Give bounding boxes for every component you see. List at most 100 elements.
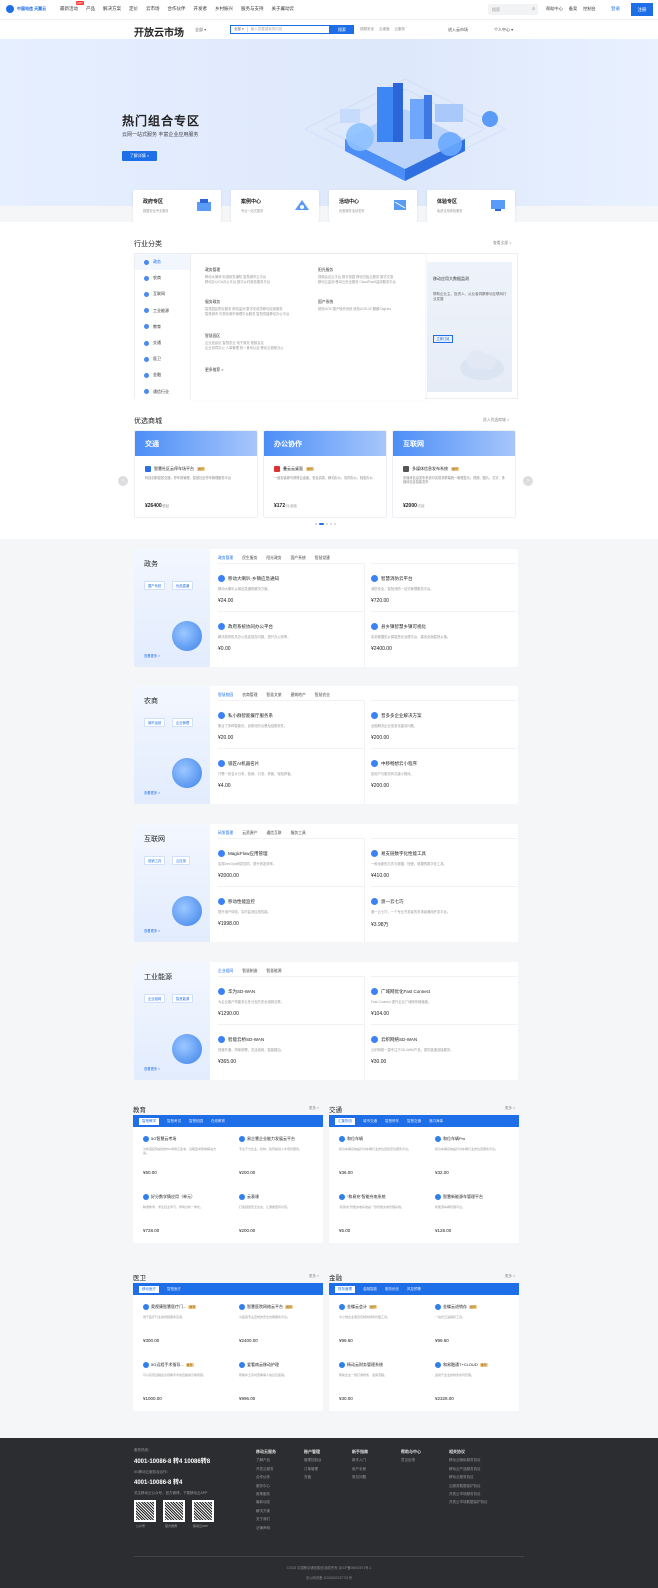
grid-tab[interactable]: 智慧交通 [407,1119,421,1124]
product-item[interactable]: 和位车辆 和位车辆系统是针对车辆行业的位置和定位服务平台。 ¥36.00 [329,1127,421,1185]
user-center-menu[interactable]: 个人中心 ▾ [494,27,513,33]
footer-link[interactable]: 关于我们 [256,1515,276,1523]
product-item[interactable]: 智慧新能源车管理平台 新能源车辆管理平台。 ¥128.00 [425,1185,517,1243]
product-item[interactable]: 5G智慧云考场 为新冠疫情提供的5G考场云监考，远程监考整体解决方案。 ¥60.… [133,1127,225,1185]
hot-keyword[interactable]: 云服务 [395,27,406,32]
help-link[interactable]: 帮助中心 [546,6,563,12]
top-search-input[interactable]: 搜索 ⌕ [488,4,538,15]
industry-tab-traffic[interactable]: 交通 [135,335,190,351]
category-tag[interactable]: 企业组网 [144,994,166,1003]
industry-tab-gov[interactable]: 政务 [135,254,190,271]
carousel-next-icon[interactable]: › [523,476,533,486]
grid-more-link[interactable]: 更多 > [309,1274,319,1279]
footer-link[interactable]: 解决方案 [256,1507,276,1515]
product-item[interactable]: 县乡镇智慧乡镇可视化 实用便捷的乡镇智慧化治理平台，建设全面智慧乡镇。 ¥240… [371,611,517,659]
footer-link[interactable]: 常见问题 [352,1473,368,1481]
footer-link[interactable]: 意见反馈 [401,1456,421,1464]
product-item[interactable]: 易企慧企业能力发展云平台 专注于为企业，机构，政府提供人才培养服务。 ¥200.… [229,1127,321,1185]
hot-keyword[interactable]: 云桌面 [379,27,390,32]
nav-item-solutions[interactable]: 解决方案 [103,6,121,12]
promo-subscribe-button[interactable]: 立即订阅 [433,335,453,343]
product-item[interactable]: 爱看病云移动护理 帮助护士实时查看病人信息及医嘱。 ¥996.00 [229,1353,321,1411]
footer-link[interactable]: 政策服务 [256,1490,276,1498]
product-item[interactable]: MagicFlow应用管理 实现DevOps研发协同，提升研发效率。 ¥2000… [218,838,364,886]
register-button[interactable]: 注册 [631,3,653,16]
product-item[interactable]: 广域网优化Fast Connect Fast-Connect 提升企业广域网传输… [371,976,517,1024]
product-item[interactable]: 政府系统协同办公平台 解决政府机关办公信息孤岛问题，提升办公效率。 ¥0.00 [218,611,364,659]
grid-tab[interactable]: 汇集物流 [335,1117,355,1125]
footer-link[interactable]: 充值 [304,1473,322,1481]
footer-link[interactable]: 开发云服务 [256,1465,276,1473]
grid-tab[interactable]: 风控预警 [407,1287,421,1292]
search-button[interactable]: 搜索 [330,25,354,34]
category-tag[interactable]: 云应用 [172,856,190,865]
category-tag[interactable]: 智慧能源 [172,994,194,1003]
product-item[interactable]: 云织网络SD-WAN 云织网络一直专注于SD-WAN产品，提供极速连接服务。 ¥… [371,1024,517,1072]
product-item[interactable]: 移动大喇叭-乡镇应急通知 移动大喇叭乡镇应急通知解决方案。 ¥24.00 [218,563,364,611]
product-item[interactable]: 智能云桥SD-WAN 快速开通，简单部署，灵活组网，智能路由。 ¥365.00 [218,1024,364,1072]
quick-card-activity[interactable]: 活动中心 优惠服务活动发布 [329,190,417,222]
footer-link[interactable]: 管理控制台 [304,1456,322,1464]
nav-item-partners[interactable]: 合作伙伴 [168,6,186,12]
footer-link[interactable]: 用户手册 [352,1465,368,1473]
grid-tab[interactable]: 智慧考试 [167,1119,181,1124]
product-item[interactable]: 奥视康智慧医疗门... 推荐 用于医疗行业的视频服务应用。 ¥300.00 [133,1295,225,1353]
enter-market-link[interactable]: 进入云市场 [448,27,468,33]
grid-tab[interactable]: 城市交通 [363,1119,377,1124]
search-icon[interactable]: ⌕ [532,6,535,12]
product-item[interactable]: 和位车辆Pro 和位车辆系统是针对车辆行业的位置服务平台。 ¥32.00 [425,1127,517,1185]
grid-more-link[interactable]: 更多 > [505,1106,515,1111]
industry-tab-medical[interactable]: 医卫 [135,351,190,367]
preferred-card[interactable]: 交通 智慧社区云停车场平台 推荐 科技创新智慧交通，停车场管理，智慧社区停车管理服… [134,430,258,518]
preferred-card[interactable]: 互联网 多媒体信息发布系统 推荐 多媒体信息发布系统可实现多屏幕统一管理显示，视频… [392,430,516,518]
nav-item-market[interactable]: 云市场 [146,6,160,12]
grid-tab[interactable]: 智慧停车 [385,1119,399,1124]
product-item[interactable]: 杨动云财务管理系统 帮助企业一键打通财务、发票流程。 ¥30.00 [329,1353,421,1411]
view-more-link[interactable]: 查看更多 > [144,928,160,933]
industry-tab-edu[interactable]: 教育 [135,319,190,335]
nav-item-rural[interactable]: 乡村振兴 [215,6,233,12]
footer-link[interactable]: 移动云产品服务协议 [449,1465,488,1473]
industry-promo[interactable]: 移动应用大数据监测 帮助企业主、投资人、从业者洞察移动互联网行业发展 立即订阅 [427,262,512,392]
footer-link[interactable]: 法律声明 [256,1524,276,1532]
console-link[interactable]: 控制台 [583,6,596,12]
footer-link[interactable]: 新手入门 [352,1456,368,1464]
nav-item-about[interactable]: 关于翼动云 [272,6,295,12]
product-item[interactable]: 和易融通T+CLOUD 推荐 适用于企业的财务协同管理。 ¥2328.00 [425,1353,517,1411]
nav-item-activity[interactable]: 最新活动 HOT [60,1,84,12]
footer-link[interactable]: 移动云服务协议 [449,1473,488,1481]
view-more-link[interactable]: 查看更多 > [144,653,160,658]
footer-link[interactable]: 云服务数据保护协议 [449,1482,488,1490]
footer-link[interactable]: 开放云市场服务协议 [449,1490,488,1498]
nav-item-developers[interactable]: 开发者 [194,6,208,12]
quick-card-gov[interactable]: 政府专区 数据安全专业服务 [133,190,221,222]
grid-tab[interactable]: 智慧教学 [139,1117,159,1125]
product-item[interactable]: 中移畅想云小程序 如用户与服务商共建小程序。 ¥200.00 [371,748,517,796]
grid-tab[interactable]: 移动医疗 [139,1285,159,1293]
product-item[interactable]: 渡一云七巧 渡一云七巧，一个专业开发者的多场景通用开发平台。 ¥3.98万 [371,886,517,934]
hero-detail-button[interactable]: 了解详情 > [122,151,157,161]
preferred-card[interactable]: 办公协作 叠云云桌面 推荐 一键安装即可获得云桌面，安全高效、移动办公、协同办公，… [263,430,387,518]
beian-link[interactable]: 备案 [569,6,577,12]
product-item[interactable]: 云表课 打造健康安全生态，让课堂更有价值。 ¥200.00 [229,1185,321,1243]
grid-tab[interactable]: 财务管理 [335,1285,355,1293]
product-item[interactable]: 华为SD-WAN 为企业客户构建多云多分支的安全组网互联。 ¥1290.00 [218,976,364,1024]
product-item[interactable]: “和易充”智能充电系统 “和易充”智能充电系统是一款智能充电管理系统。 ¥5.0… [329,1185,421,1243]
industry-tab-internet[interactable]: 互联网 [135,286,190,302]
grid-more-link[interactable]: 更多 > [309,1106,319,1111]
category-tag[interactable]: 营销工具 [144,856,166,865]
footer-link[interactable]: 移动云隐私服务协议 [449,1456,488,1464]
view-more-link[interactable]: 查看更多 > [144,1066,160,1071]
carousel-prev-icon[interactable]: ‹ [118,476,128,486]
grid-tab[interactable]: 智慧校园 [189,1119,203,1124]
product-item[interactable]: 金蝶云进销存 推荐 一站式云进销存工具。 ¥99.60 [425,1295,517,1353]
footer-link[interactable]: 订单管理 [304,1465,322,1473]
footer-link[interactable]: 最新动态 [256,1498,276,1506]
product-item[interactable]: 锁匠AI机器名片 只需一张名片分享，营销、引流、获客，轻松获客。 ¥4.00 [218,748,364,796]
category-tag[interactable]: 城市运营 [144,718,166,727]
quick-card-trial[interactable]: 体验专区 免费试用体验服务 [427,190,515,222]
industry-more-recommend[interactable]: 更多推荐 > [205,368,223,373]
industry-more-link[interactable]: 查看全部 > [493,241,511,246]
product-item[interactable]: 好分数学情应用（单元） 精准教学，学生自主学习，学情分析一体化。 ¥728.00 [133,1185,225,1243]
product-item[interactable]: 普多多企业解决方案 全面解决企业信息化建设问题。 ¥200.00 [371,700,517,748]
